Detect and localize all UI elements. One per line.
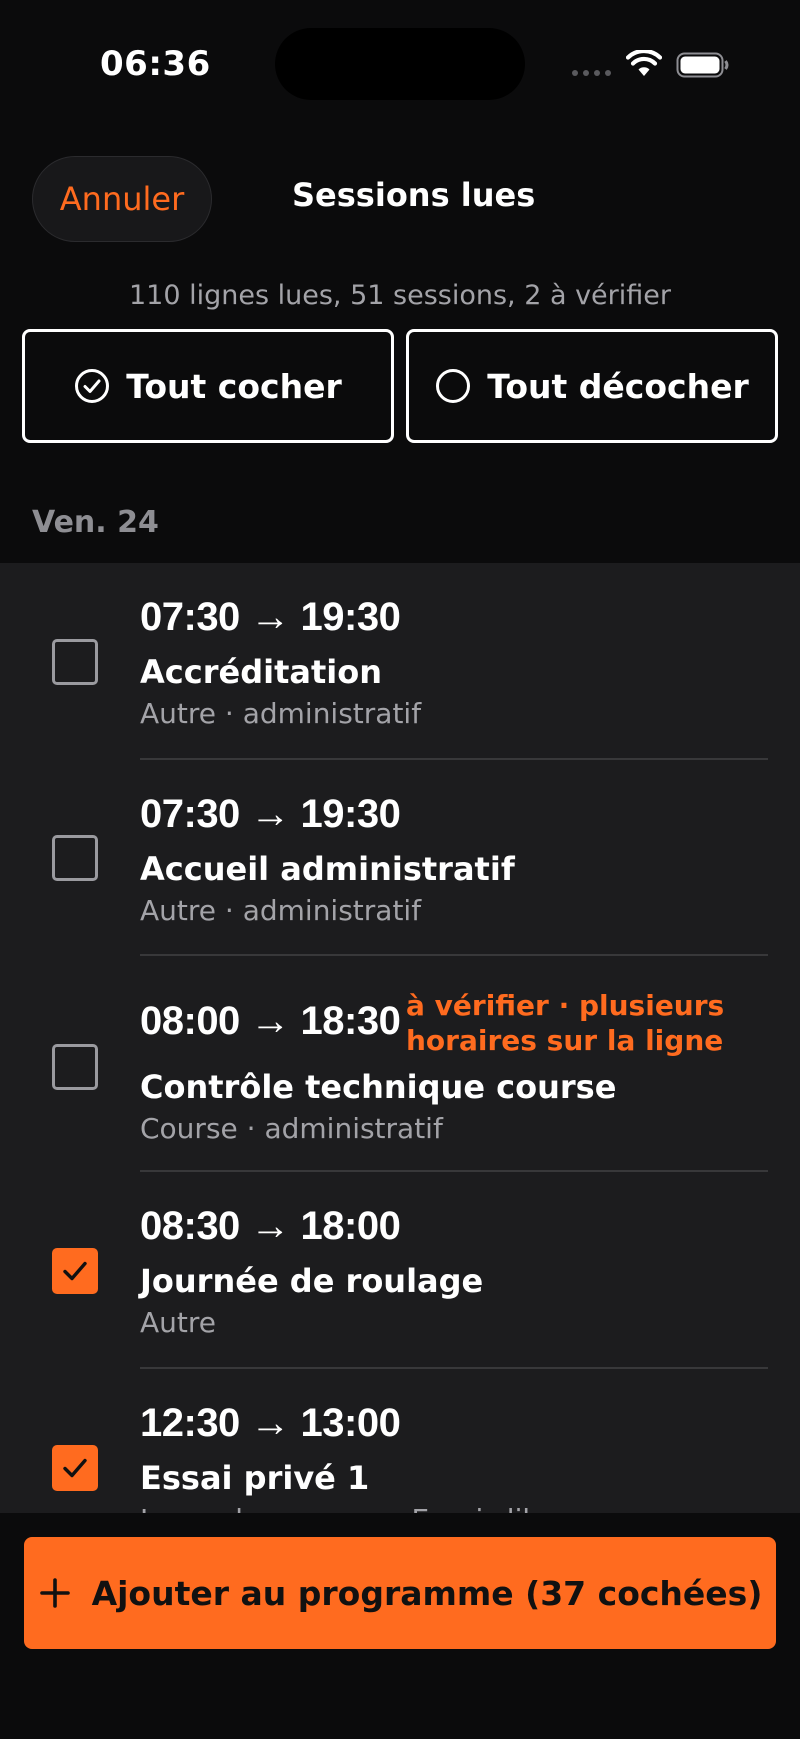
session-row[interactable]: 12:30 → 13:00 Essai privé 1 Legends cars… — [0, 1369, 800, 1513]
session-name: Essai privé 1 — [140, 1459, 370, 1497]
session-meta: Autre · administratif — [140, 697, 422, 730]
session-checkbox[interactable] — [52, 1044, 98, 1090]
plus-icon — [39, 1578, 70, 1608]
session-time: 07:30 → 19:30 — [140, 595, 401, 639]
session-time: 07:30 → 19:30 — [140, 792, 401, 836]
uncheck-all-label: Tout décocher — [487, 366, 749, 406]
session-row[interactable]: 07:30 → 19:30 Accréditation Autre · admi… — [0, 563, 800, 760]
session-row[interactable]: 08:30 → 18:00 Journée de roulage Autre — [0, 1172, 800, 1369]
check-all-label: Tout cocher — [126, 366, 342, 406]
dynamic-island — [275, 28, 525, 100]
empty-circle-icon — [436, 369, 471, 403]
battery-icon — [676, 52, 729, 78]
check-circle-icon — [75, 369, 110, 403]
check-all-button[interactable]: Tout cocher — [22, 329, 394, 443]
session-row[interactable]: 07:30 → 19:30 Accueil administratif Autr… — [0, 760, 800, 956]
cancel-button[interactable]: Annuler — [32, 156, 212, 242]
section-header-date: Ven. 24 — [32, 505, 159, 540]
session-meta: Autre — [140, 1306, 217, 1339]
session-meta: Autre · administratif — [140, 894, 422, 927]
session-row[interactable]: 08:00 → 18:30 à vérifier · plusieurs hor… — [0, 956, 800, 1172]
add-to-program-label: Ajouter au programme (37 cochées) — [91, 1573, 763, 1613]
session-name: Accréditation — [140, 653, 382, 691]
session-meta: Legends cars cup · Essais libres — [140, 1503, 583, 1513]
session-time: 12:30 → 13:00 — [140, 1401, 401, 1445]
session-name: Accueil administratif — [140, 850, 515, 888]
status-time: 06:36 — [100, 44, 211, 84]
session-checkbox-checked[interactable] — [52, 1445, 98, 1491]
session-checkbox[interactable] — [52, 835, 98, 881]
status-bar: 06:36 — [0, 0, 800, 130]
cellular-signal-icon — [572, 68, 614, 78]
checkmark-icon — [63, 1261, 87, 1281]
session-time: 08:30 → 18:00 — [140, 1204, 401, 1248]
checkmark-icon — [63, 1458, 87, 1478]
session-time: 08:00 → 18:30 — [140, 999, 401, 1043]
import-summary: 110 lignes lues, 51 sessions, 2 à vérifi… — [128, 280, 671, 311]
verification-warning: à vérifier · plusieurs horaires sur la l… — [406, 989, 725, 1057]
session-checkbox[interactable] — [52, 639, 98, 685]
wifi-icon — [626, 50, 662, 76]
cancel-button-label: Annuler — [59, 180, 185, 218]
uncheck-all-button[interactable]: Tout décocher — [406, 329, 778, 443]
session-list: 07:30 → 19:30 Accréditation Autre · admi… — [0, 563, 800, 1513]
session-checkbox-checked[interactable] — [52, 1248, 98, 1294]
page-title: Sessions lues — [292, 176, 536, 214]
session-meta: Course · administratif — [140, 1112, 443, 1145]
session-name: Journée de roulage — [140, 1262, 484, 1300]
add-to-program-button[interactable]: Ajouter au programme (37 cochées) — [24, 1537, 776, 1649]
session-name: Contrôle technique course — [140, 1068, 617, 1106]
